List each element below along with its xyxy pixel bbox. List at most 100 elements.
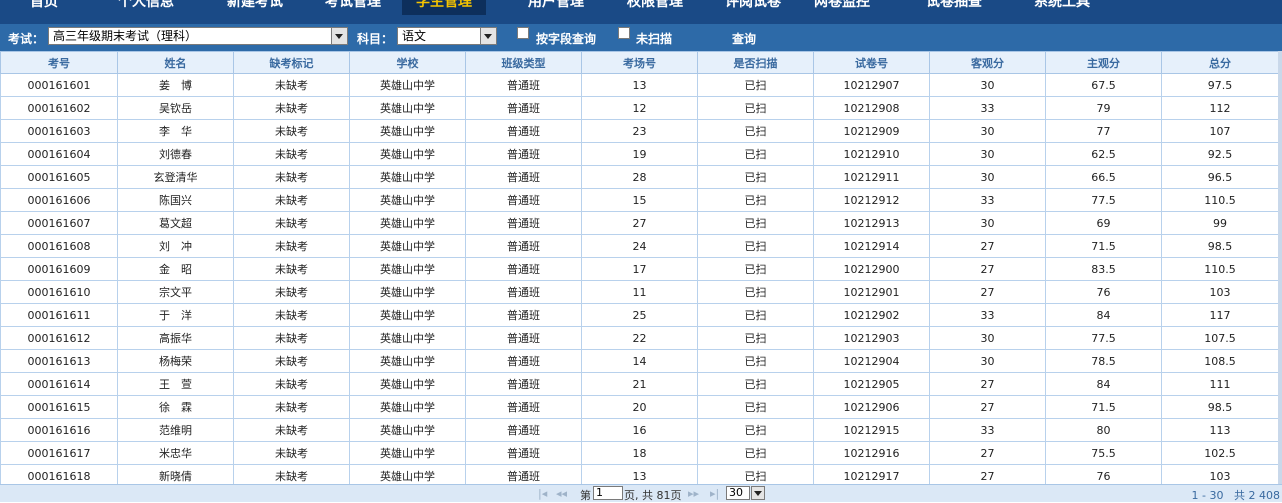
- column-header[interactable]: 班级类型: [465, 51, 582, 74]
- nav-tab[interactable]: 权限管理: [627, 0, 683, 11]
- subject-label: 科目：: [357, 32, 394, 46]
- table-cell: 24: [581, 234, 698, 258]
- column-header[interactable]: 试卷号: [813, 51, 930, 74]
- table-cell: 未缺考: [233, 372, 350, 396]
- table-cell: 000161602: [0, 96, 118, 120]
- table-cell: 30: [929, 349, 1046, 373]
- table-cell: 113: [1161, 418, 1279, 442]
- table-cell: 12: [581, 96, 698, 120]
- chevron-down-icon[interactable]: [751, 486, 765, 500]
- table-row[interactable]: 000161616 范维明 未缺考 英雄山中学 普通班 16 已扫 10212915 33 80 1…: [0, 418, 1279, 442]
- nav-tab[interactable]: 评阅试卷: [725, 0, 781, 11]
- last-page-icon[interactable]: ▸|: [710, 487, 719, 500]
- table-cell: 普通班: [465, 211, 582, 235]
- table-row[interactable]: 000161608 刘 冲未缺考 英雄山中学 普通班 24 已扫 10212914 27 71.…: [0, 234, 1279, 258]
- table-row[interactable]: 000161617 米忠华 未缺考 英雄山中学 普通班 18 已扫 10212916 27 75.…: [0, 441, 1279, 465]
- nav-tab[interactable]: 个人信息: [118, 0, 174, 11]
- table-cell: 已扫: [697, 211, 814, 235]
- nav-tab[interactable]: 用户管理: [528, 0, 584, 11]
- table-cell: 28: [581, 165, 698, 189]
- table-row[interactable]: 000161606 陈国兴 未缺考 英雄山中学 普通班 15 已扫 10212912 33 77.…: [0, 188, 1279, 212]
- exam-select[interactable]: 高三年级期末考试（理科）: [48, 27, 348, 45]
- top-nav: 首页 个人信息 新建考试 考试管理 学生管理 用户管理 权限管理 评阅试卷 网卷监控 试卷抽查 系统…: [0, 0, 1282, 24]
- subject-select-value: 语文: [402, 29, 427, 43]
- table-cell: 30: [929, 119, 1046, 143]
- table-row[interactable]: 000161615 徐 霖未缺考 英雄山中学 普通班 20 已扫 10212906 27 71.…: [0, 395, 1279, 419]
- table-cell: 普通班: [465, 165, 582, 189]
- table-cell: 英雄山中学: [349, 280, 466, 304]
- nav-tab[interactable]: 新建考试: [227, 0, 283, 11]
- column-header[interactable]: 是否扫描: [697, 51, 814, 74]
- table-cell: 英雄山中学: [349, 211, 466, 235]
- table-cell: 10212915: [813, 418, 930, 442]
- nav-tab[interactable]: 考试管理: [325, 0, 381, 11]
- column-header[interactable]: 学校: [349, 51, 466, 74]
- table-cell: 普通班: [465, 303, 582, 327]
- table-cell: 000161603: [0, 119, 118, 143]
- table-cell: 10212904: [813, 349, 930, 373]
- table-cell: 000161614: [0, 372, 118, 396]
- table-row[interactable]: 000161601 姜 博未缺考 英雄山中学 普通班 13 已扫 10212907 30 67.…: [0, 73, 1279, 97]
- table-cell: 33: [929, 188, 1046, 212]
- table-cell: 10212901: [813, 280, 930, 304]
- table-cell: 10212913: [813, 211, 930, 235]
- page-size-select[interactable]: 30: [726, 486, 750, 500]
- table-row[interactable]: 000161611 于 洋未缺考 英雄山中学 普通班 25 已扫 10212902 33 84 1…: [0, 303, 1279, 327]
- prev-page-icon[interactable]: ◂◂: [556, 487, 567, 500]
- unscanned-checkbox[interactable]: [618, 27, 630, 39]
- table-row[interactable]: 000161613 杨梅荣 未缺考 英雄山中学 普通班 14 已扫 10212904 30 78.…: [0, 349, 1279, 373]
- table-cell: 吴钦岳: [117, 96, 234, 120]
- table-cell: 金 昭: [117, 257, 234, 281]
- nav-tab[interactable]: 首页: [30, 0, 58, 11]
- table-cell: 10212906: [813, 395, 930, 419]
- table-cell: 000161610: [0, 280, 118, 304]
- table-cell: 范维明: [117, 418, 234, 442]
- table-cell: 普通班: [465, 119, 582, 143]
- table-cell: 英雄山中学: [349, 165, 466, 189]
- table-cell: 英雄山中学: [349, 96, 466, 120]
- next-page-icon[interactable]: ▸▸: [688, 487, 699, 500]
- table-cell: 27: [929, 441, 1046, 465]
- table-cell: 未缺考: [233, 165, 350, 189]
- table-row[interactable]: 000161605 玄登清华 未缺考 英雄山中学 普通班 28 已扫 10212911 30 66…: [0, 165, 1279, 189]
- table-row[interactable]: 000161602 吴钦岳 未缺考 英雄山中学 普通班 12 已扫 10212908 33 79 1…: [0, 96, 1279, 120]
- table-cell: 30: [929, 326, 1046, 350]
- filter-bar: 考试： 高三年级期末考试（理科） 科目： 语文 按字段查询 未扫描 查询: [0, 24, 1282, 51]
- vertical-scrollbar[interactable]: [1278, 51, 1282, 486]
- table-cell: 000161616: [0, 418, 118, 442]
- table-cell: 于 洋: [117, 303, 234, 327]
- table-row[interactable]: 000161610 宗文平 未缺考 英雄山中学 普通班 11 已扫 10212901 27 76 1…: [0, 280, 1279, 304]
- column-header[interactable]: 缺考标记: [233, 51, 350, 74]
- nav-tab[interactable]: 系统工具: [1034, 0, 1090, 11]
- table-cell: 普通班: [465, 257, 582, 281]
- table-row[interactable]: 000161614 王 萱未缺考 英雄山中学 普通班 21 已扫 10212905 27 84 1…: [0, 372, 1279, 396]
- table-row[interactable]: 000161604 刘德春 未缺考 英雄山中学 普通班 19 已扫 10212910 30 62.…: [0, 142, 1279, 166]
- table-cell: 未缺考: [233, 73, 350, 97]
- column-header[interactable]: 考号: [0, 51, 118, 74]
- column-header[interactable]: 总分: [1161, 51, 1279, 74]
- table-cell: 普通班: [465, 326, 582, 350]
- by-field-checkbox[interactable]: [517, 27, 529, 39]
- nav-tab[interactable]: 学生管理: [402, 0, 486, 15]
- column-header[interactable]: 姓名: [117, 51, 234, 74]
- column-header[interactable]: 考场号: [581, 51, 698, 74]
- page-input[interactable]: 1: [593, 486, 623, 500]
- column-header[interactable]: 主观分: [1045, 51, 1162, 74]
- table-cell: 99: [1161, 211, 1279, 235]
- table-cell: 未缺考: [233, 211, 350, 235]
- table-row[interactable]: 000161607 葛文超 未缺考 英雄山中学 普通班 27 已扫 10212913 30 69 9…: [0, 211, 1279, 235]
- table-row[interactable]: 000161609 金 昭未缺考 英雄山中学 普通班 17 已扫 10212900 27 83.…: [0, 257, 1279, 281]
- subject-select[interactable]: 语文: [397, 27, 497, 45]
- table-cell: 未缺考: [233, 96, 350, 120]
- nav-tab[interactable]: 网卷监控: [814, 0, 870, 11]
- table-cell: 97.5: [1161, 73, 1279, 97]
- table-row[interactable]: 000161603 李 华未缺考 英雄山中学 普通班 23 已扫 10212909 30 77 1…: [0, 119, 1279, 143]
- query-button[interactable]: 查询: [732, 30, 756, 47]
- table-cell: 14: [581, 349, 698, 373]
- column-header[interactable]: 客观分: [929, 51, 1046, 74]
- first-page-icon[interactable]: |◂: [538, 487, 547, 500]
- table-cell: 普通班: [465, 441, 582, 465]
- table-row[interactable]: 000161612 高振华 未缺考 英雄山中学 普通班 22 已扫 10212903 30 77.…: [0, 326, 1279, 350]
- nav-tab[interactable]: 试卷抽查: [926, 0, 982, 11]
- table-cell: 普通班: [465, 96, 582, 120]
